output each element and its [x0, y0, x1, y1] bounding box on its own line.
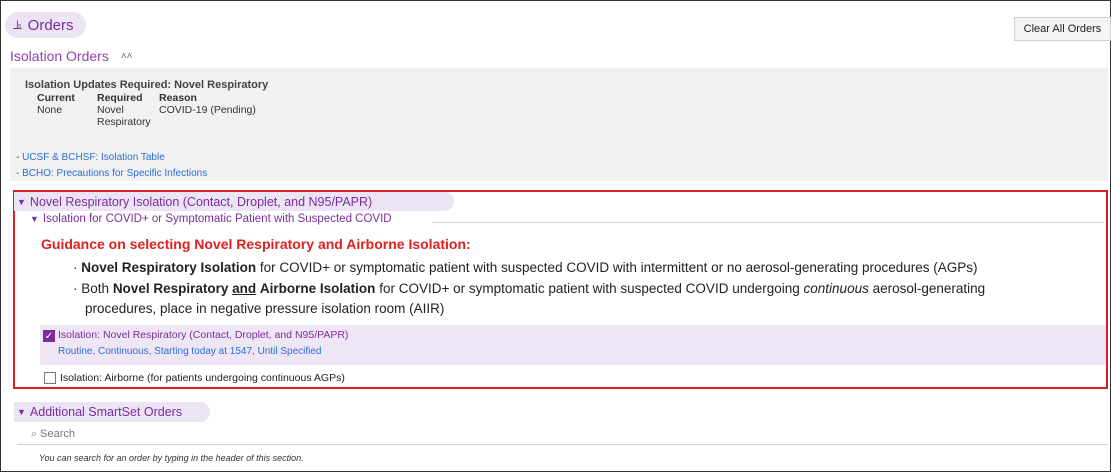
search-placeholder: Search — [40, 428, 76, 440]
required-header: Required — [97, 92, 143, 104]
link-precautions[interactable]: BCHO: Precautions for Specific Infection… — [22, 168, 207, 179]
reason-column: Reason COVID-19 (Pending) — [159, 92, 256, 116]
order2-label[interactable]: Isolation: Airborne (for patients underg… — [60, 372, 345, 384]
subsection-header[interactable]: ▼ Isolation for COVID+ or Symptomatic Pa… — [30, 213, 392, 225]
bullet-dot: · — [73, 281, 78, 296]
additional-smartset-header[interactable]: ▼ Additional SmartSet Orders — [14, 402, 210, 422]
search-icon: ⌕ — [31, 427, 38, 440]
required-value-line2: Respiratory — [97, 116, 151, 128]
link-precautions-row: - BCHO: Precautions for Specific Infecti… — [16, 168, 207, 179]
orders-title: Orders — [27, 16, 74, 34]
bullet2-mid: for COVID+ or symptomatic patient with s… — [379, 281, 800, 296]
search-hint: You can search for an order by typing in… — [39, 453, 304, 463]
required-value-line1: Novel — [97, 104, 124, 116]
isolation-orders-title: Isolation Orders — [10, 48, 109, 64]
subsection-divider — [432, 222, 1104, 223]
caret-down-icon: ▼ — [17, 407, 26, 417]
orders-header[interactable]: ⫡ Orders — [5, 12, 86, 38]
clear-all-orders-button[interactable]: Clear All Orders — [1014, 17, 1111, 41]
pin-icon: ⫡ — [13, 17, 22, 32]
isolation-orders-header[interactable]: Isolation Orders ˄˄ — [10, 48, 133, 64]
current-value: None — [37, 104, 63, 116]
bullet2-pre: Both — [81, 281, 110, 296]
guidance-bullet-1: · Novel Respiratory Isolation for COVID+… — [73, 258, 978, 277]
order1-checkbox[interactable]: ✓ — [43, 330, 55, 342]
reason-value: COVID-19 (Pending) — [159, 104, 256, 116]
novel-respiratory-section-title: Novel Respiratory Isolation (Contact, Dr… — [29, 194, 373, 209]
current-header: Current — [37, 92, 75, 104]
order-search-input[interactable]: ⌕ Search — [17, 424, 1108, 445]
bullet1-bold: Novel Respiratory Isolation — [81, 260, 257, 275]
bullet2-post: aerosol-generating — [872, 281, 986, 296]
bullet1-text: for COVID+ or symptomatic patient with s… — [259, 260, 978, 275]
current-column: Current None — [37, 92, 75, 116]
caret-down-icon: ▼ — [30, 214, 39, 224]
order2-checkbox[interactable] — [44, 372, 56, 384]
bullet-dot: · — [73, 260, 78, 275]
required-column: Required Novel Respiratory — [97, 92, 151, 128]
subsection-title: Isolation for COVID+ or Symptomatic Pati… — [42, 213, 392, 225]
reason-header: Reason — [159, 92, 197, 104]
order1-label[interactable]: Isolation: Novel Respiratory (Contact, D… — [58, 329, 348, 341]
isolation-updates-heading: Isolation Updates Required: Novel Respir… — [25, 79, 269, 91]
bullet2-italic: continuous — [803, 281, 869, 296]
chevron-up-double-icon[interactable]: ˄˄ — [121, 51, 133, 62]
novel-respiratory-section-header[interactable]: ▼ Novel Respiratory Isolation (Contact, … — [14, 192, 454, 211]
bullet2-and: and — [232, 281, 257, 296]
bullet2-bold1: Novel Respiratory — [112, 281, 229, 296]
additional-smartset-title: Additional SmartSet Orders — [29, 405, 183, 419]
bullet2-bold2: Airborne Isolation — [259, 281, 376, 296]
order1-details[interactable]: Routine, Continuous, Starting today at 1… — [58, 346, 322, 357]
guidance-title: Guidance on selecting Novel Respiratory … — [41, 236, 471, 252]
link-isolation-table[interactable]: UCSF & BCHSF: Isolation Table — [22, 152, 165, 163]
guidance-bullet-2: · Both Novel Respiratory and Airborne Is… — [73, 279, 985, 298]
guidance-bullet-2-line2: procedures, place in negative pressure i… — [85, 301, 445, 316]
caret-down-icon: ▼ — [17, 196, 26, 207]
link-isolation-table-row: - UCSF & BCHSF: Isolation Table — [16, 152, 165, 163]
